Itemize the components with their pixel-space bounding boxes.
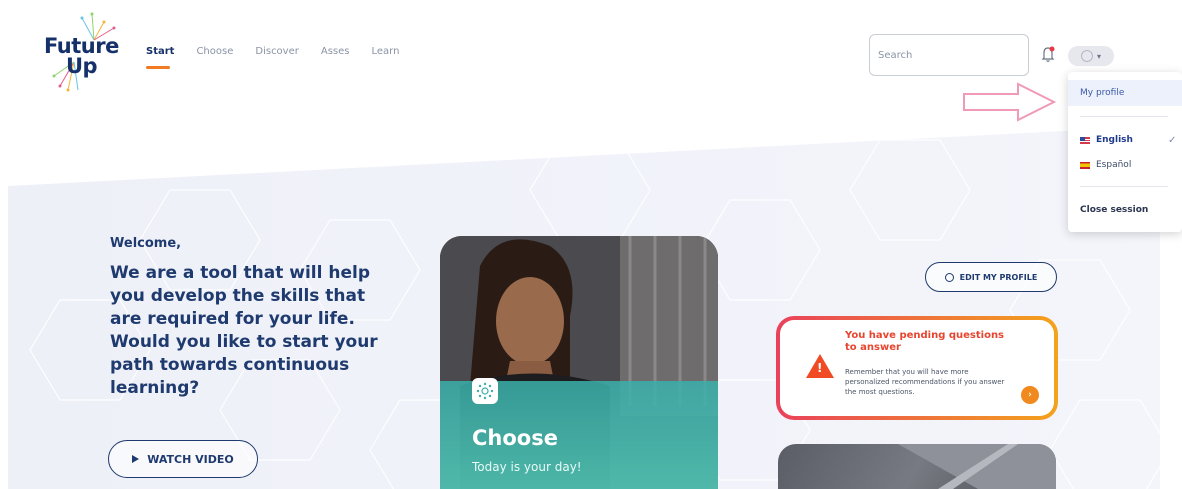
play-icon <box>132 455 140 463</box>
card-title: Choose <box>472 426 558 450</box>
logo-wordmark: Future Up <box>44 36 119 78</box>
close-session-label: Close session <box>1080 205 1149 215</box>
user-dropdown-menu: My profile English ✓ Español Close sessi… <box>1068 72 1182 232</box>
network-icon <box>476 382 494 400</box>
bottom-card-image[interactable] <box>778 444 1056 489</box>
nav-label: Choose <box>196 46 234 57</box>
my-profile-menu-item[interactable]: My profile <box>1068 80 1182 106</box>
watch-video-label: WATCH VIDEO <box>147 452 234 466</box>
nav-label: Learn <box>371 46 400 57</box>
language-label: English <box>1096 135 1133 145</box>
nav-item-asses[interactable]: Asses <box>321 46 350 57</box>
avatar-icon <box>1080 50 1093 62</box>
warning-exclamation: ! <box>817 361 823 375</box>
nav-label: Start <box>146 46 175 57</box>
hero-headline: We are a tool that will help you develop… <box>110 263 378 398</box>
my-profile-label: My profile <box>1080 88 1125 98</box>
annotation-arrow-icon <box>963 82 1057 122</box>
notification-bell-icon[interactable] <box>1040 45 1056 63</box>
main-nav: Start Choose Discover Asses Learn <box>146 46 400 69</box>
welcome-text: Welcome, <box>110 236 182 251</box>
close-session-menu-item[interactable]: Close session <box>1080 205 1148 215</box>
pending-body: Remember that you will have more persona… <box>845 368 1005 396</box>
menu-divider <box>1080 186 1168 187</box>
us-flag-icon <box>1080 136 1090 144</box>
nav-label: Discover <box>255 46 299 57</box>
edit-profile-button[interactable]: EDIT MY PROFILE <box>925 262 1057 292</box>
language-option-spanish[interactable]: Español <box>1080 160 1131 170</box>
search-input[interactable]: Search <box>869 34 1029 76</box>
nav-item-discover[interactable]: Discover <box>255 46 299 57</box>
gear-icon <box>944 272 954 282</box>
chevron-down-icon: ▾ <box>1096 51 1101 61</box>
future-up-logo[interactable]: Future Up <box>44 12 124 92</box>
watch-video-button[interactable]: WATCH VIDEO <box>108 440 258 478</box>
arrow-right-icon[interactable]: › <box>1021 386 1039 404</box>
menu-divider <box>1080 116 1168 117</box>
nav-label: Asses <box>320 46 350 57</box>
user-menu-button[interactable]: ▾ <box>1068 46 1114 66</box>
nav-item-learn[interactable]: Learn <box>372 46 400 57</box>
nav-item-start[interactable]: Start <box>146 46 175 69</box>
edit-profile-label: EDIT MY PROFILE <box>959 272 1038 282</box>
es-flag-icon <box>1080 161 1090 169</box>
search-placeholder: Search <box>878 49 913 61</box>
language-label: Español <box>1096 160 1132 170</box>
nav-active-indicator <box>146 66 170 69</box>
checkmark-icon: ✓ <box>1168 135 1177 146</box>
choose-icon <box>472 378 498 404</box>
nav-item-choose[interactable]: Choose <box>196 46 233 57</box>
pending-title: You have pending questions to answer <box>845 330 1005 353</box>
card-photo-image <box>898 444 1056 489</box>
language-option-english[interactable]: English <box>1080 135 1133 145</box>
card-subtitle: Today is your day! <box>472 460 582 474</box>
choose-card[interactable]: Choose Today is your day! <box>440 236 718 489</box>
logo-line2: Up <box>66 54 98 78</box>
